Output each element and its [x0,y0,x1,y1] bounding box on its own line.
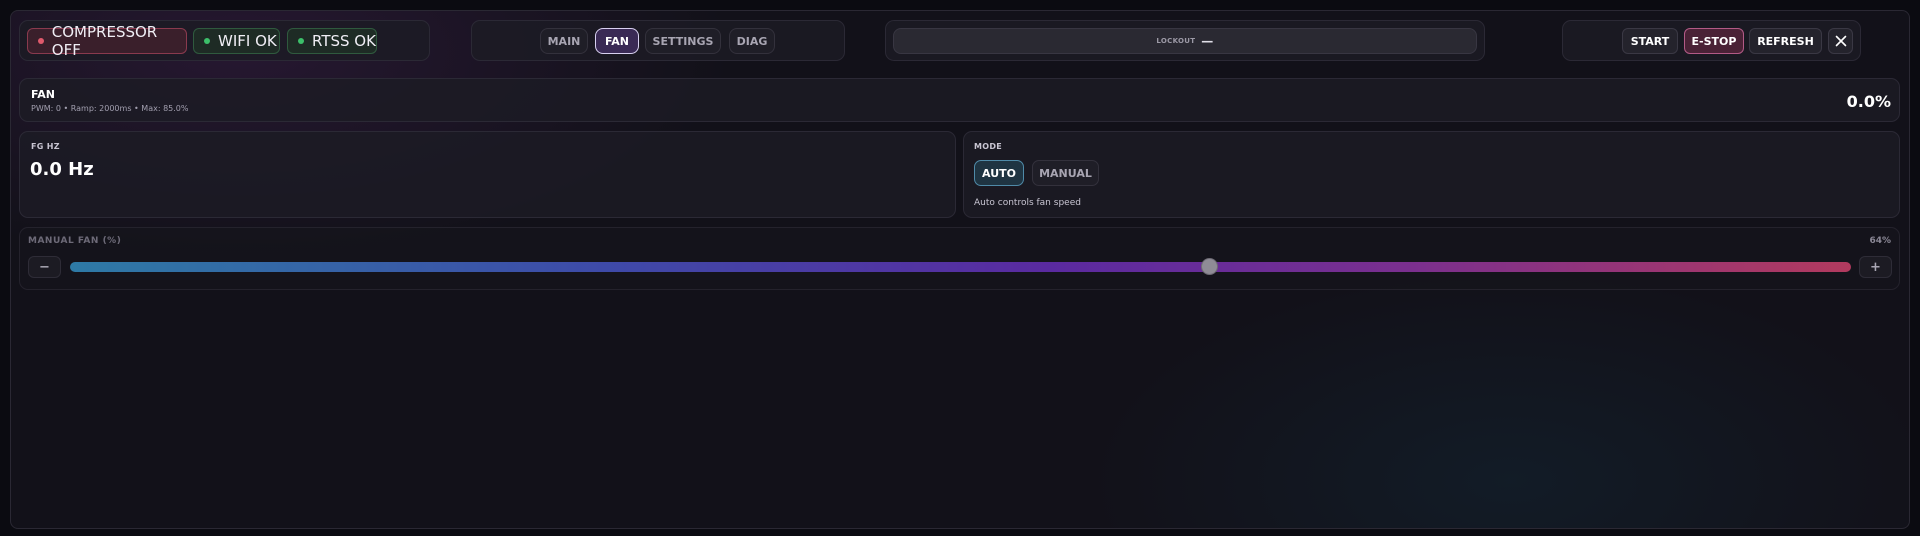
mode-auto-button[interactable]: AUTO [974,160,1024,186]
mode-manual-button[interactable]: MANUAL [1032,160,1099,186]
status-dot-icon [298,38,304,44]
increase-button[interactable]: + [1859,256,1892,278]
compressor-status-label: COMPRESSOR OFF [51,23,158,59]
tab-settings[interactable]: SETTINGS [645,28,721,54]
manual-fan-label: MANUAL FAN (%) [28,236,122,246]
fg-hz-value: 0.0 Hz [30,159,94,180]
manual-fan-value: 64% [1869,236,1891,246]
wifi-status-badge: WIFI OK [193,28,280,54]
manual-fan-panel: MANUAL FAN (%) 64% [19,227,1900,290]
status-dot-icon [38,38,44,44]
tab-fan[interactable]: FAN [595,28,639,54]
mode-label: MODE [974,142,1003,151]
lockout-bar: LOCKOUT — [893,28,1477,54]
lockout-value: — [1201,34,1214,48]
wifi-status-label: WIFI OK [218,32,277,50]
fan-title: FAN [31,88,55,101]
fg-hz-label: FG HZ [31,142,60,151]
manual-fan-slider-track[interactable] [70,262,1851,272]
status-dot-icon [204,38,210,44]
start-button[interactable]: START [1622,28,1678,54]
close-icon [1835,35,1846,47]
refresh-button[interactable]: REFRESH [1749,28,1822,54]
tab-diag[interactable]: DIAG [729,28,775,54]
mode-hint: Auto controls fan speed [974,198,1081,208]
fan-subtitle: PWM: 0 • Ramp: 2000ms • Max: 85.0% [31,104,189,113]
fg-hz-panel: FG HZ 0.0 Hz [19,131,956,218]
lockout-label: LOCKOUT [1156,37,1196,45]
rtss-status-label: RTSS OK [312,32,376,50]
compressor-status-badge: COMPRESSOR OFF [27,23,187,59]
estop-button[interactable]: E-STOP [1684,28,1744,54]
tab-main[interactable]: MAIN [540,28,588,54]
decrease-button[interactable]: − [28,256,61,278]
fan-percent: 0.0% [1846,92,1891,111]
close-button[interactable] [1828,28,1853,54]
rtss-status-badge: RTSS OK [287,28,377,54]
fan-summary-panel: FAN PWM: 0 • Ramp: 2000ms • Max: 85.0% 0… [19,78,1900,122]
mode-panel: MODE Auto controls fan speed [963,131,1900,218]
